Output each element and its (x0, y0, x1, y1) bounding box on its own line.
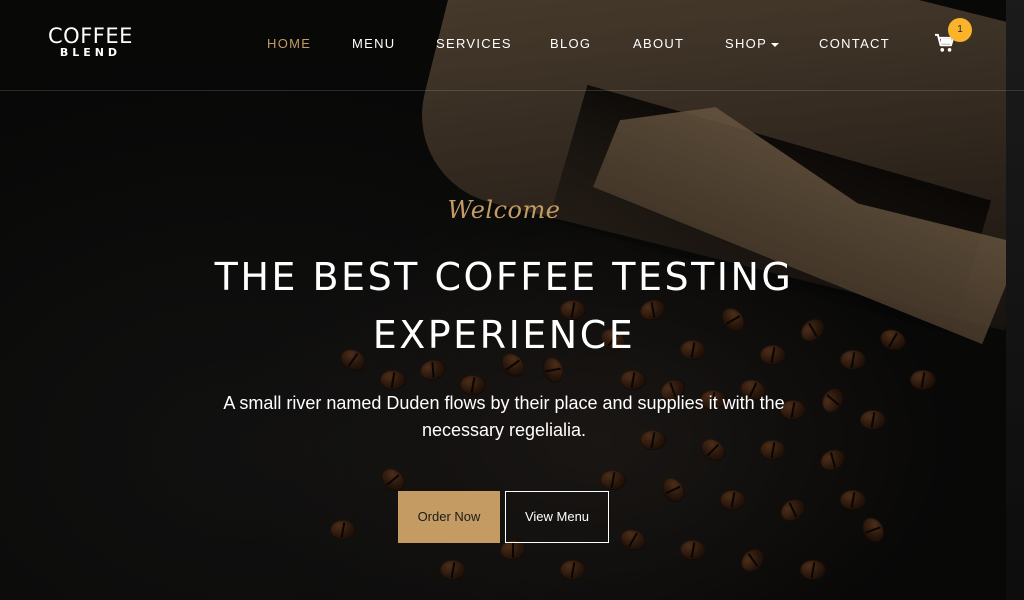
hero-description: A small river named Duden flows by their… (223, 393, 785, 440)
navbar: COFFEE BLEND HOME MENU SERVICES BLOG ABO… (0, 0, 1024, 91)
hero-headline: THE BEST COFFEE TESTING EXPERIENCE (214, 255, 794, 357)
welcome-subheading: Welcome (447, 196, 561, 224)
nav-item-shop[interactable]: SHOP (725, 36, 780, 51)
nav-item-services[interactable]: SERVICES (436, 36, 512, 51)
cart-count-badge: 1 (948, 18, 972, 42)
order-now-button[interactable]: Order Now (398, 491, 500, 543)
nav-item-shop-label: SHOP (725, 36, 768, 51)
nav-item-contact[interactable]: CONTACT (819, 36, 890, 51)
nav-item-menu[interactable]: MENU (352, 36, 395, 51)
chevron-down-icon (771, 42, 780, 47)
nav-menu: HOME MENU SERVICES BLOG ABOUT SHOP CONTA… (0, 36, 1024, 56)
nav-item-home[interactable]: HOME (267, 36, 311, 51)
view-menu-button[interactable]: View Menu (505, 491, 609, 543)
nav-item-blog[interactable]: BLOG (550, 36, 591, 51)
nav-item-about[interactable]: ABOUT (633, 36, 684, 51)
